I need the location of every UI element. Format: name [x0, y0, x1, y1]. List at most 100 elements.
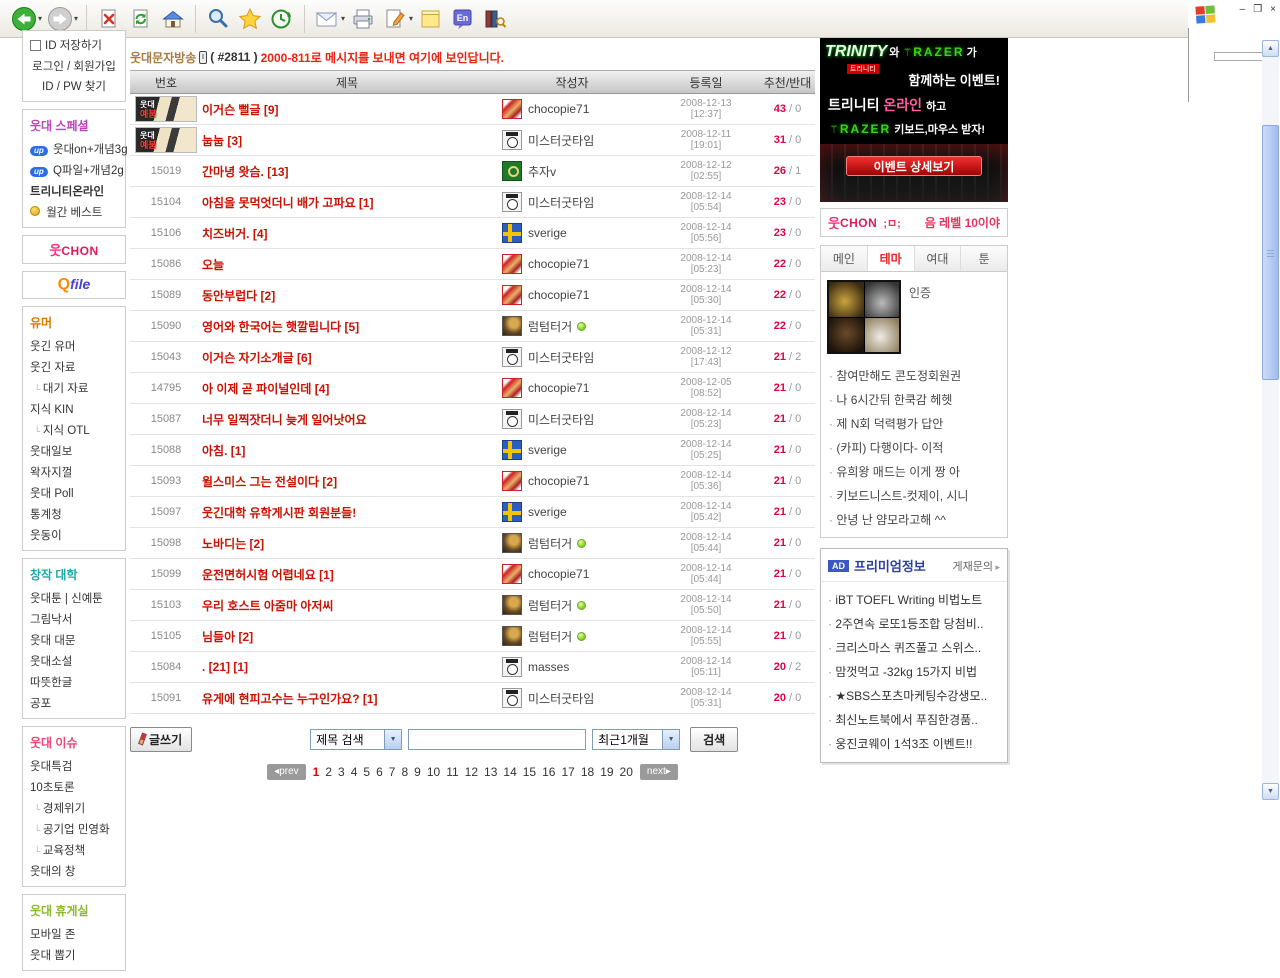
search-icon[interactable]: [203, 4, 233, 34]
page-number[interactable]: 12: [463, 765, 480, 779]
post-title-link[interactable]: . [21] [1]: [202, 660, 248, 674]
page-number[interactable]: 17: [559, 765, 576, 779]
translate-icon[interactable]: En: [448, 4, 478, 34]
qfile-logo-box[interactable]: Qfile: [22, 271, 126, 299]
post-title-link[interactable]: 이거슨 자기소개글 [6]: [202, 351, 312, 365]
page-number[interactable]: 9: [412, 765, 423, 779]
theme-list-item[interactable]: 참여만해도 콘도정회원권: [827, 363, 1001, 387]
sidebar-item[interactable]: 웃동이: [26, 524, 122, 545]
theme-list-item[interactable]: 제 N회 덕력평가 답안: [827, 411, 1001, 435]
history-icon[interactable]: [267, 4, 297, 34]
minimize-button[interactable]: –: [1240, 4, 1246, 15]
theme-photo[interactable]: [827, 280, 901, 354]
post-title-link[interactable]: 윌스미스 그는 전설이다 [2]: [202, 475, 337, 489]
page-number[interactable]: 7: [387, 765, 398, 779]
scroll-down-arrow[interactable]: ▼: [1262, 783, 1279, 800]
sidebar-item[interactable]: 왁자지껄: [26, 461, 122, 482]
sidebar-item[interactable]: 대기 자료: [26, 377, 122, 398]
sidebar-item[interactable]: 따뜻한글: [26, 671, 122, 692]
search-field-select[interactable]: 제목 검색 ▼: [310, 728, 403, 750]
login-signup-link[interactable]: 로그인 / 회원가입: [26, 56, 122, 76]
author-name[interactable]: 럼텀터거: [528, 628, 572, 645]
premium-list-item[interactable]: iBT TOEFL Writing 비법노트: [826, 587, 1002, 611]
author-name[interactable]: sverige: [528, 505, 567, 519]
save-id-checkbox[interactable]: [30, 39, 41, 51]
post-title-link[interactable]: 우리 호스트 아줌마 아저씨: [202, 599, 333, 613]
premium-list-item[interactable]: ★SBS스포츠마케팅수강생모..: [826, 683, 1002, 707]
sidebar-item[interactable]: 교육정책: [26, 839, 122, 860]
next-page-button[interactable]: next▸: [639, 764, 678, 780]
tab[interactable]: 메인: [821, 246, 868, 271]
page-number[interactable]: 11: [444, 765, 460, 779]
write-button[interactable]: 글쓰기: [130, 726, 193, 752]
post-title-link[interactable]: 간마녕 왓슴. [13]: [202, 165, 289, 179]
home-icon[interactable]: [158, 4, 188, 34]
theme-list-item[interactable]: (카피) 다행이다- 이적: [827, 435, 1001, 459]
post-title-link[interactable]: 운전면허시험 어렵네요 [1]: [202, 568, 334, 582]
page-number[interactable]: 14: [501, 765, 518, 779]
search-input[interactable]: [408, 728, 587, 750]
premium-list-item[interactable]: 웅진코웨이 1석3조 이벤트!!: [826, 731, 1002, 755]
page-number[interactable]: 20: [618, 765, 635, 779]
premium-list-item[interactable]: 맘껏먹고 -32kg 15가지 비법: [826, 659, 1002, 683]
sidebar-item[interactable]: 공기업 민영화: [26, 818, 122, 839]
trinity-razer-ad-banner[interactable]: TRINITY 트리니티 와 ⚚ RAZER 가 함께하는 이벤트! 트리니티 …: [820, 38, 1008, 202]
search-button[interactable]: 검색: [690, 726, 739, 752]
find-id-pw-link[interactable]: ID / PW 찾기: [26, 76, 122, 96]
forward-icon[interactable]: [45, 4, 75, 34]
uchon-logo-box[interactable]: 웃CHON: [22, 235, 126, 264]
page-number[interactable]: 19: [598, 765, 615, 779]
scrollbar-thumb[interactable]: [1262, 125, 1279, 380]
theme-list-item[interactable]: 나 6시간뒤 한쿡감 헤헷: [827, 387, 1001, 411]
page-number[interactable]: 13: [482, 765, 499, 779]
sidebar-item[interactable]: 트리니티온라인: [26, 180, 122, 201]
sidebar-item[interactable]: 그림낙서: [26, 608, 122, 629]
author-name[interactable]: 럼텀터거: [528, 535, 572, 552]
sidebar-item[interactable]: 지식 OTL: [26, 419, 122, 440]
page-number[interactable]: 15: [521, 765, 538, 779]
author-name[interactable]: sverige: [528, 443, 567, 457]
author-name[interactable]: chocopie71: [528, 288, 589, 302]
sidebar-item[interactable]: 월간 베스트: [26, 201, 122, 222]
post-title-link[interactable]: 이거슨 뻘글 [9]: [202, 103, 279, 117]
premium-list-item[interactable]: 최신노트북에서 푸짐한경품..: [826, 707, 1002, 731]
sidebar-item[interactable]: 지식 KIN: [26, 398, 122, 419]
author-name[interactable]: chocopie71: [528, 567, 589, 581]
mail-icon[interactable]: [312, 4, 342, 34]
edit-dropdown-icon[interactable]: ▾: [409, 14, 413, 23]
page-number[interactable]: 4: [349, 765, 360, 779]
sidebar-item[interactable]: 웃대일보: [26, 440, 122, 461]
author-name[interactable]: 미스터굿타임: [528, 194, 594, 211]
notepad-icon[interactable]: [416, 4, 446, 34]
sidebar-item[interactable]: 웃긴 자료: [26, 356, 122, 377]
premium-inquiry-link[interactable]: 게재문의: [952, 558, 1000, 574]
tab[interactable]: 테마: [867, 246, 915, 271]
prev-page-button[interactable]: ◂prev: [267, 764, 306, 780]
sidebar-item[interactable]: 10초토론: [26, 776, 122, 797]
post-title-link[interactable]: 영어와 한국어는 햇깔립니다 [5]: [202, 320, 359, 334]
page-number[interactable]: 3: [336, 765, 347, 779]
library-search-icon[interactable]: [480, 4, 510, 34]
author-name[interactable]: 럼텀터거: [528, 318, 572, 335]
post-title-link[interactable]: 아침을 못먹엇더니 배가 고파요 [1]: [202, 196, 374, 210]
sidebar-item[interactable]: 웃대 대문: [26, 629, 122, 650]
ad-detail-button[interactable]: 이벤트 상세보기: [846, 156, 982, 176]
post-title-link[interactable]: 치즈버거. [4]: [202, 227, 268, 241]
page-number[interactable]: 2: [323, 765, 334, 779]
refresh-icon[interactable]: [126, 4, 156, 34]
page-number[interactable]: 6: [374, 765, 385, 779]
post-title-link[interactable]: 유게에 현피고수는 누구인가요? [1]: [202, 692, 378, 706]
author-name[interactable]: chocopie71: [528, 381, 589, 395]
restore-button[interactable]: ❐: [1253, 4, 1262, 15]
author-name[interactable]: chocopie71: [528, 257, 589, 271]
post-title-link[interactable]: 님들아 [2]: [202, 630, 253, 644]
author-name[interactable]: 럼텀터거: [528, 597, 572, 614]
post-title-link[interactable]: 웃긴대학 유학게시판 회원분들!: [202, 506, 356, 520]
theme-list-item[interactable]: 키보드니스트-컷제이, 시니: [827, 483, 1001, 507]
author-name[interactable]: masses: [528, 660, 569, 674]
sidebar-item[interactable]: 공포: [26, 692, 122, 713]
sidebar-item[interactable]: 통계청: [26, 503, 122, 524]
sidebar-item[interactable]: 모바일 존: [26, 923, 122, 944]
author-name[interactable]: chocopie71: [528, 474, 589, 488]
page-number[interactable]: 10: [425, 765, 442, 779]
